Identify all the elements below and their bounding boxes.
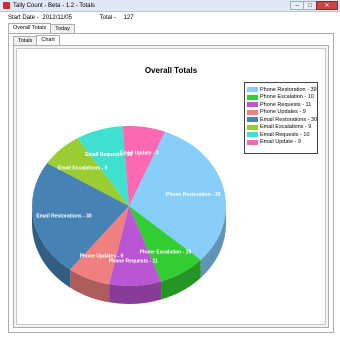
chart-area: Overall Totals Phone Restoration - 39 Pho…: [16, 48, 326, 325]
legend-label: Phone Escalation - 10: [260, 94, 314, 101]
chart-legend: Phone Restoration - 39 Phone Escalation -…: [244, 82, 318, 154]
legend-item: Email Restorations - 30: [247, 116, 318, 124]
slice-label: Email Escalations - 9: [58, 165, 108, 171]
app-window: Tally Count - Beta - 1.2 - Totals – □ ✕ …: [0, 0, 340, 340]
minimize-button[interactable]: –: [290, 1, 304, 10]
window-title: Tally Count - Beta - 1.2 - Totals: [13, 3, 95, 9]
legend-swatch: [247, 132, 258, 138]
slice-label: Email Restorations - 30: [36, 214, 92, 220]
legend-swatch: [247, 87, 258, 93]
legend-swatch: [247, 139, 258, 145]
close-button[interactable]: ✕: [316, 1, 338, 10]
chart-panel: Overall Totals Phone Restoration - 39 Pho…: [13, 45, 329, 328]
legend-label: Phone Updates - 9: [260, 109, 306, 116]
legend-item: Phone Updates - 9: [247, 109, 315, 117]
legend-label: Email Escalations - 9: [260, 124, 312, 131]
overall-totals-panel: Totals Chart Overall Totals Phone Restor…: [8, 33, 334, 333]
slice-label: Phone Escalation - 10: [140, 249, 192, 255]
legend-swatch: [247, 94, 258, 100]
legend-swatch: [247, 102, 258, 108]
legend-item: Phone Escalation - 10: [247, 94, 315, 102]
slice-label: Phone Restoration - 39: [166, 192, 221, 198]
slice-label: Email Update - 9: [120, 150, 159, 156]
legend-swatch: [247, 124, 258, 130]
legend-label: Email Update - 9: [260, 139, 301, 146]
total-value: 127: [123, 15, 134, 21]
outer-tab-strip: Overall Totals Today: [8, 23, 75, 34]
legend-swatch: [247, 117, 258, 123]
slice-label: Phone Updates - 9: [80, 253, 124, 259]
start-date-label: Start Date -: [8, 15, 39, 21]
legend-item: Email Escalations - 9: [247, 124, 315, 132]
window-controls: – □ ✕: [290, 1, 338, 10]
legend-label: Phone Requests - 11: [260, 101, 312, 108]
legend-label: Email Restorations - 30: [260, 116, 318, 123]
info-bar: Start Date - 2012/11/05 Total - 127: [8, 15, 136, 21]
legend-item: Phone Restoration - 39: [247, 86, 317, 94]
total-label: Total -: [99, 15, 116, 21]
maximize-button[interactable]: □: [303, 1, 317, 10]
legend-item: Email Requests - 10: [247, 131, 315, 139]
legend-label: Email Requests - 10: [260, 131, 310, 138]
start-date-value: 2012/11/05: [42, 15, 72, 21]
legend-label: Phone Restoration - 39: [260, 86, 317, 93]
app-icon: [3, 2, 10, 9]
legend-item: Email Update - 9: [247, 139, 315, 147]
legend-item: Phone Requests - 11: [247, 101, 315, 109]
legend-swatch: [247, 109, 258, 115]
title-bar: Tally Count - Beta - 1.2 - Totals – □ ✕: [0, 0, 340, 12]
